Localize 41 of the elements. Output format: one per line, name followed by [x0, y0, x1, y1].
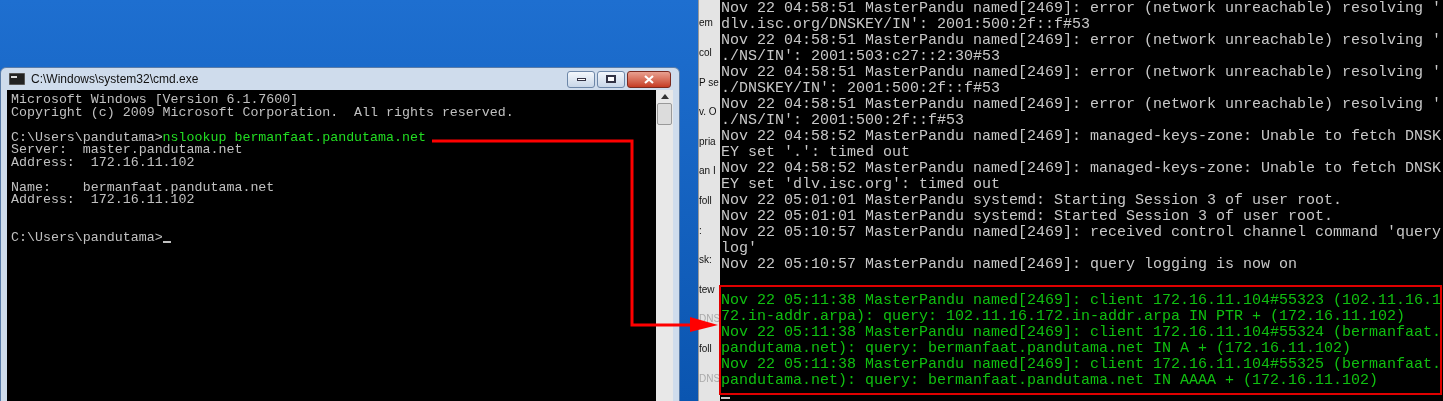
scroll-thumb[interactable]: [657, 103, 672, 125]
console-line: Microsoft Windows [Version 6.1.7600]: [11, 94, 300, 107]
console-prompt: C:\Users\pandutama>: [11, 231, 163, 244]
log-line: Nov 22 05:10:57 MasterPandu named[2469]: query logging is now on: [721, 257, 1299, 273]
log-line: Nov 22 05:10:57 MasterPandu named[2469]: received control channel command 'querylog': [721, 225, 1442, 257]
log-line: Nov 22 05:11:38 MasterPandu named[2469]: client 172.16.11.104#55325 (bermanfaat.pandutama.net): query: bermanfaat.pandutama.net IN AAAA + (172.16.11.102): [721, 357, 1442, 389]
partial-text: :: [699, 223, 703, 238]
maximize-button[interactable]: [597, 70, 625, 88]
window-title: C:\Windows\system32\cmd.exe: [31, 71, 199, 88]
console-line: Address: 172.16.11.102: [11, 156, 195, 169]
console-prompt: C:\Users\pandutama>: [11, 131, 163, 144]
partial-text: an I: [699, 164, 717, 179]
scrollbar[interactable]: [656, 90, 673, 401]
partial-text: v. O: [699, 105, 718, 120]
close-button[interactable]: [627, 70, 671, 88]
minimize-button[interactable]: [567, 70, 595, 88]
close-icon: [644, 74, 654, 84]
partial-text: foll: [699, 193, 713, 208]
log-line: Nov 22 04:58:52 MasterPandu named[2469]: managed-keys-zone: Unable to fetch DNSKEY set '.': timed out: [721, 129, 1442, 161]
log-line: Nov 22 04:58:51 MasterPandu named[2469]: error (network unreachable) resolving './DNSKEY/IN': 2001:500:2f::f#53: [721, 65, 1442, 97]
partial-text: foll: [699, 342, 713, 356]
partial-text: em: [699, 16, 714, 31]
log-line: Nov 22 05:01:01 MasterPandu systemd: Starting Session 3 of user root.: [721, 193, 1344, 209]
partial-text: col: [699, 45, 713, 60]
log-line: Nov 22 04:58:51 MasterPandu named[2469]: error (network unreachable) resolving './NS/IN': 2001:503:c27::2:30#53: [721, 33, 1442, 65]
partial-text: P se: [699, 75, 720, 90]
log-line: Nov 22 05:01:01 MasterPandu systemd: Started Session 3 of user root.: [721, 209, 1335, 225]
console-line: Name: bermanfaat.pandutama.net: [11, 181, 276, 194]
partial-text: pria: [699, 134, 717, 149]
partial-text: tew: [699, 282, 716, 297]
scroll-up-icon[interactable]: [660, 94, 669, 99]
console-app-icon: [9, 73, 25, 85]
log-line: Nov 22 04:58:51 MasterPandu named[2469]: error (network unreachable) resolving './NS/IN': 2001:500:2f::f#53: [721, 97, 1442, 129]
log-line: Nov 22 04:58:52 MasterPandu named[2469]: managed-keys-zone: Unable to fetch DNSKEY set 'dlv.isc.org': timed out: [721, 161, 1442, 193]
console-line: Address: 172.16.11.102: [11, 194, 195, 207]
console-line: Copyright (c) 2009 Microsoft Corporation. All rights reserved.: [11, 106, 515, 119]
console-line: Server: master.pandutama.net: [11, 144, 243, 157]
log-line: Nov 22 05:11:38 MasterPandu named[2469]: client 172.16.11.104#55324 (bermanfaat.pandutama.net): query: bermanfaat.pandutama.net IN A + (172.16.11.102): [721, 325, 1442, 357]
log-line: Nov 22 04:58:51 MasterPandu named[2469]: error (network unreachable) resolving 'dlv.isc.org/DNSKEY/IN': 2001:500:2f::f#53: [721, 1, 1442, 33]
console-command: nslookup bermanfaat.pandutama.net: [162, 131, 426, 144]
partial-text: sk:: [699, 253, 713, 268]
